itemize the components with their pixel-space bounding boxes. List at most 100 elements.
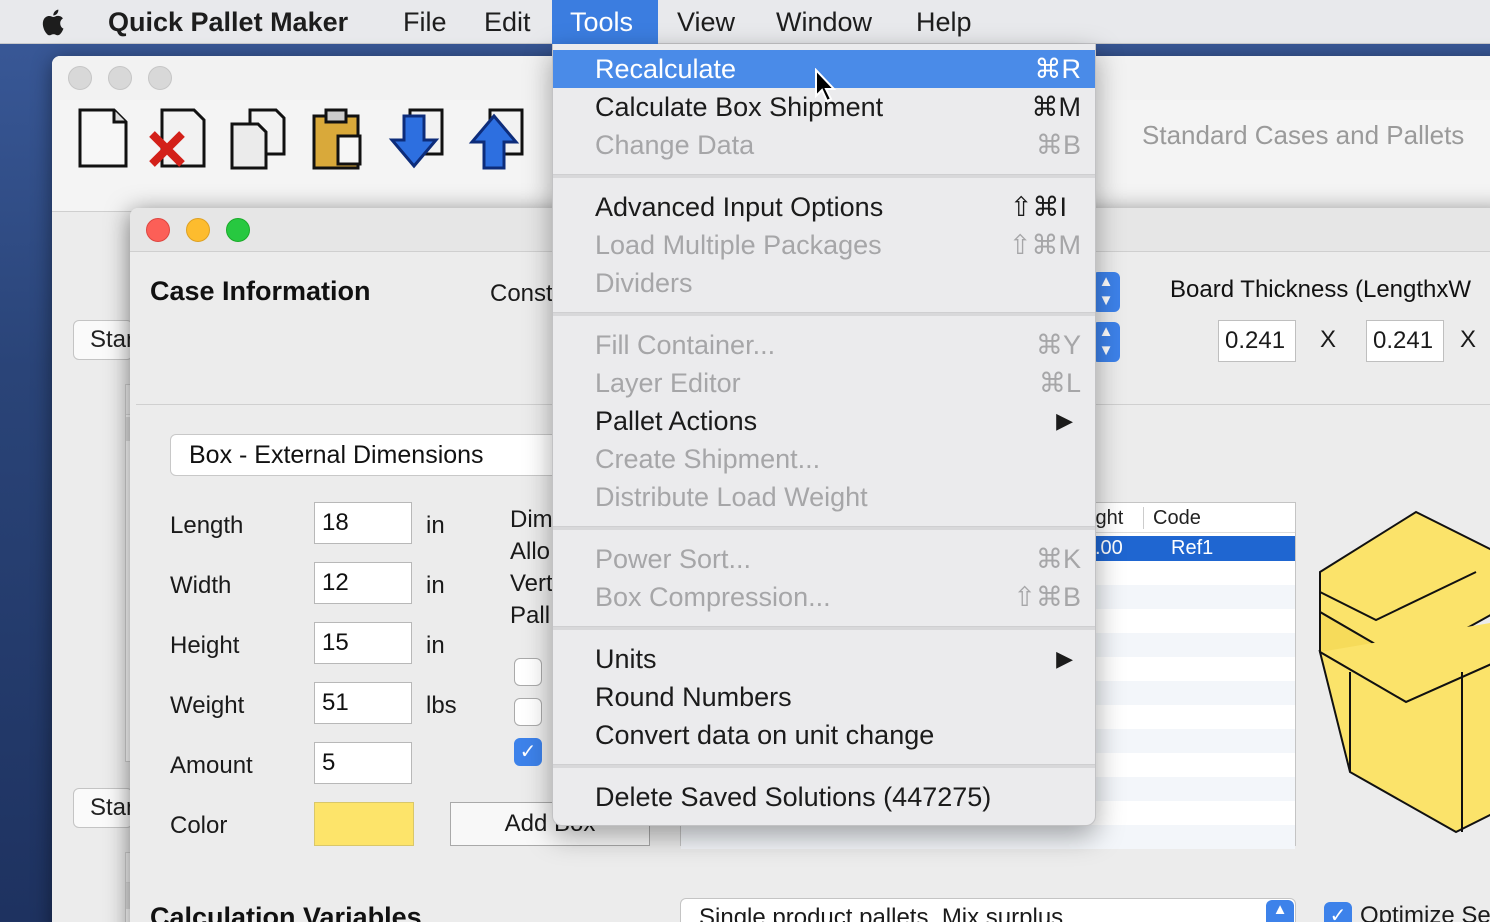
menu-item-shortcut: ⌘R (1034, 54, 1082, 84)
menu-item-dividers: Dividers (553, 264, 1095, 302)
option-checkbox-2[interactable] (514, 698, 542, 726)
menu-window[interactable]: Window (758, 0, 890, 44)
standard-button-2[interactable]: Standard (73, 788, 133, 828)
menu-separator (553, 174, 1095, 178)
board-x-separator-2: X (1460, 326, 1477, 353)
menu-item-label: Recalculate (595, 54, 737, 84)
menu-item-pallet-actions[interactable]: Pallet Actions ▶ (553, 402, 1095, 440)
box-type-select[interactable]: Box - External Dimensions (170, 434, 570, 476)
checkmark-icon: ✓ (1329, 905, 1347, 922)
side-label-allow: Allo (510, 538, 551, 565)
minimize-button[interactable] (108, 66, 132, 90)
submenu-arrow-icon: ▶ (1056, 408, 1073, 433)
board-width-input[interactable]: 0.241 (1366, 320, 1444, 362)
menu-item-convert-data-on-unit-change[interactable]: Convert data on unit change (553, 716, 1095, 754)
side-label-dim: Dim (510, 506, 552, 533)
menu-item-label: Box Compression... (595, 582, 831, 612)
board-thickness-label: Board Thickness (LengthxW (1170, 276, 1472, 303)
checkmark-icon: ✓ (519, 741, 537, 763)
menu-item-label: Change Data (595, 130, 755, 160)
menu-item-label: Delete Saved Solutions (447275) (595, 782, 992, 812)
menu-item-create-shipment: Create Shipment... (553, 440, 1095, 478)
width-input[interactable]: 12 (314, 562, 412, 604)
width-label: Width (170, 572, 232, 599)
back-window-title: Standard Cases and Pallets (1142, 120, 1465, 150)
optimize-label: Optimize Se (1360, 902, 1490, 922)
menu-item-label: Load Multiple Packages (595, 230, 882, 260)
menu-separator (553, 526, 1095, 530)
zoom-button[interactable] (148, 66, 172, 90)
menu-item-label: Dividers (595, 268, 693, 298)
amount-input[interactable]: 5 (314, 742, 412, 784)
menu-item-label: Convert data on unit change (595, 720, 935, 750)
option-checkbox-3[interactable]: ✓ (514, 738, 542, 766)
case-information-heading: Case Information (150, 276, 371, 306)
option-checkbox-1[interactable] (514, 658, 542, 686)
delete-document-icon[interactable] (148, 106, 208, 172)
height-unit: in (426, 632, 445, 659)
menu-item-label: Pallet Actions (595, 406, 758, 436)
menu-separator (553, 626, 1095, 630)
menu-item-shortcut: ⇧⌘I (1009, 192, 1067, 222)
menu-separator (553, 312, 1095, 316)
menu-view[interactable]: View (659, 0, 753, 44)
minimize-button[interactable] (186, 218, 210, 242)
close-button[interactable] (68, 66, 92, 90)
menubar-app-name[interactable]: Quick Pallet Maker (90, 0, 366, 44)
length-input[interactable]: 18 (314, 502, 412, 544)
menu-help[interactable]: Help (898, 0, 990, 44)
menu-item-label: Create Shipment... (595, 444, 821, 474)
calculation-mode-stepper[interactable]: ▲ (1266, 900, 1294, 922)
board-x-separator-1: X (1320, 326, 1337, 353)
export-arrow-icon[interactable] (468, 106, 528, 172)
optimize-checkbox[interactable]: ✓ (1324, 902, 1352, 922)
menu-item-label: Units (595, 644, 657, 674)
apple-icon[interactable] (38, 6, 72, 38)
import-arrow-icon[interactable] (388, 106, 448, 172)
menu-item-box-compression: Box Compression... ⇧⌘B (553, 578, 1095, 616)
menu-item-shortcut: ⌘L (1038, 368, 1081, 398)
menu-item-advanced-input-options[interactable]: Advanced Input Options ⇧⌘I (553, 188, 1095, 226)
standard-button-1[interactable]: Standard (73, 320, 133, 360)
zoom-button[interactable] (226, 218, 250, 242)
menu-item-label: Distribute Load Weight (595, 482, 868, 512)
column-header-code[interactable]: Code (1153, 507, 1201, 530)
calculation-mode-select[interactable]: Single product pallets, Mix surplus (680, 898, 1296, 922)
menu-item-units[interactable]: Units ▶ (553, 640, 1095, 678)
menu-file[interactable]: File (385, 0, 465, 44)
color-swatch[interactable] (314, 802, 414, 846)
menu-tools[interactable]: Tools (552, 0, 658, 44)
menu-item-shortcut: ⇧⌘B (1013, 582, 1081, 612)
menu-item-delete-saved-solutions[interactable]: Delete Saved Solutions (447275) (553, 778, 1095, 816)
weight-input[interactable]: 51 (314, 682, 412, 724)
menu-item-shortcut: ⇧⌘M (1008, 230, 1081, 260)
menu-item-distribute-load-weight: Distribute Load Weight (553, 478, 1095, 516)
menu-item-change-data: Change Data ⌘B (553, 126, 1095, 164)
menu-item-round-numbers[interactable]: Round Numbers (553, 678, 1095, 716)
menu-separator (553, 764, 1095, 768)
height-input[interactable]: 15 (314, 622, 412, 664)
selected-code-cell: Ref1 (1171, 537, 1214, 559)
menu-item-label: Fill Container... (595, 330, 776, 360)
submenu-arrow-icon: ▶ (1056, 646, 1073, 671)
side-label-pallet: Pall (510, 602, 551, 629)
menu-item-load-multiple-packages: Load Multiple Packages ⇧⌘M (553, 226, 1095, 264)
amount-label: Amount (170, 752, 253, 779)
menu-item-label: Calculate Box Shipment (595, 92, 884, 122)
paste-clipboard-icon[interactable] (308, 106, 368, 172)
length-unit: in (426, 512, 445, 539)
mouse-cursor-icon (815, 68, 837, 103)
new-document-icon[interactable] (74, 106, 134, 172)
side-label-vert: Vert (510, 570, 552, 597)
constraints-label: Constraints (490, 280, 552, 307)
close-button[interactable] (146, 218, 170, 242)
menu-item-label: Round Numbers (595, 682, 792, 712)
stepper-1[interactable]: ▲ ▼ (1092, 272, 1120, 312)
menubar: Quick Pallet Maker File Edit Tools View … (0, 0, 1490, 44)
copy-icon[interactable] (228, 106, 288, 172)
menu-edit[interactable]: Edit (466, 0, 549, 44)
menu-item-power-sort: Power Sort... ⌘K (553, 540, 1095, 578)
board-length-input[interactable]: 0.241 (1218, 320, 1296, 362)
height-label: Height (170, 632, 240, 659)
stepper-2[interactable]: ▲ ▼ (1092, 322, 1120, 362)
